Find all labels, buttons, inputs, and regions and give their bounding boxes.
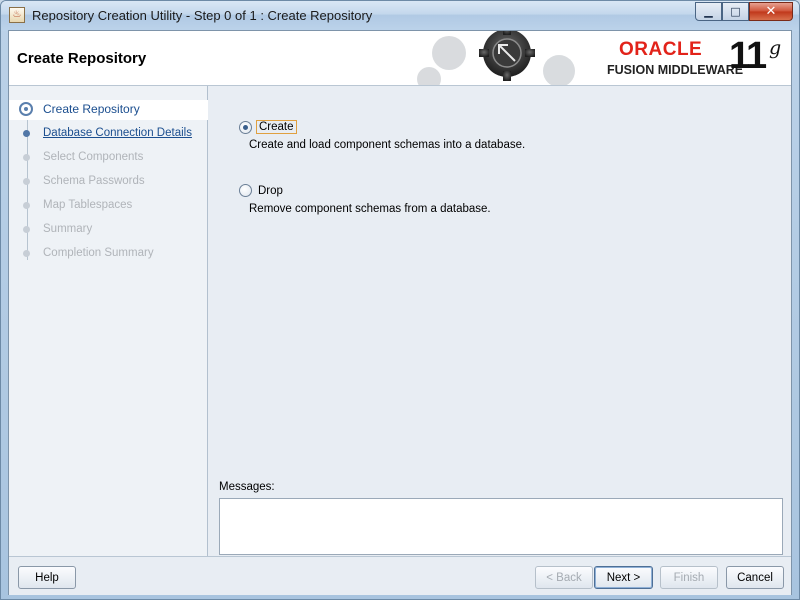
app-window: ♨ Repository Creation Utility - Step 0 o… (0, 0, 800, 600)
drop-radio[interactable] (239, 184, 252, 197)
page-title: Create Repository (17, 50, 147, 67)
nav-step-database-connection-details[interactable]: Database Connection Details (9, 124, 208, 144)
product-wordmark: FUSION MIDDLEWARE (607, 63, 744, 77)
cancel-button[interactable]: Cancel (726, 566, 784, 589)
nav-step-label: Select Components (43, 151, 144, 163)
create-description: Create and load component schemas into a… (249, 139, 526, 151)
step-dot-icon (23, 154, 30, 161)
current-step-icon (19, 102, 33, 116)
maximize-icon: □ (730, 5, 741, 18)
nav-step-label: Schema Passwords (43, 175, 145, 187)
wizard-footer: Help < Back Next > Finish Cancel (9, 556, 791, 595)
wizard-steps-nav: Create Repository Database Connection De… (9, 86, 208, 556)
step-dot-icon (23, 202, 30, 209)
nav-step-summary: Summary (9, 220, 208, 240)
oracle-logo: ORACLE FUSION MIDDLEWARE 11 g (597, 31, 791, 85)
next-button[interactable]: Next > (594, 566, 653, 589)
drop-option[interactable]: Drop (239, 184, 285, 197)
maximize-button[interactable]: □ (722, 2, 749, 21)
step-dot-icon (23, 226, 30, 233)
nav-step-label: Create Repository (43, 102, 140, 116)
messages-label: Messages: (219, 481, 275, 493)
messages-area[interactable] (219, 498, 783, 555)
nav-step-map-tablespaces: Map Tablespaces (9, 196, 208, 216)
gears-graphic-icon (417, 31, 575, 85)
create-option[interactable]: Create (239, 120, 297, 134)
back-button[interactable]: < Back (535, 566, 593, 589)
title-bar[interactable]: ♨ Repository Creation Utility - Step 0 o… (1, 1, 799, 31)
version-suffix: g (769, 37, 782, 59)
create-radio-label[interactable]: Create (256, 120, 297, 134)
wizard-content: Create Create and load component schemas… (209, 86, 791, 556)
close-icon: ✕ (765, 4, 777, 19)
nav-step-label: Map Tablespaces (43, 199, 133, 211)
java-app-icon: ♨ (9, 7, 25, 23)
version-number: 11 (729, 35, 767, 77)
nav-step-label: Completion Summary (43, 247, 154, 259)
window-controls: ▁ □ ✕ (695, 2, 793, 21)
step-dot-icon (23, 130, 30, 137)
wizard-client-area: Create Repository ORACLE FUSION MIDDLEWA… (8, 30, 792, 595)
help-button[interactable]: Help (18, 566, 76, 589)
nav-step-schema-passwords: Schema Passwords (9, 172, 208, 192)
nav-step-create-repository[interactable]: Create Repository (9, 100, 208, 120)
nav-step-completion-summary: Completion Summary (9, 244, 208, 264)
minimize-icon: ▁ (704, 5, 713, 18)
drop-radio-label[interactable]: Drop (256, 185, 285, 197)
nav-step-select-components: Select Components (9, 148, 208, 168)
create-radio[interactable] (239, 120, 252, 134)
nav-step-label[interactable]: Database Connection Details (43, 127, 192, 139)
nav-step-label: Summary (43, 223, 93, 235)
finish-button[interactable]: Finish (660, 566, 718, 589)
oracle-wordmark: ORACLE (619, 39, 703, 60)
window-title: Repository Creation Utility - Step 0 of … (32, 8, 373, 23)
step-dot-icon (23, 178, 30, 185)
step-dot-icon (23, 250, 30, 257)
close-button[interactable]: ✕ (749, 2, 793, 21)
wizard-header: Create Repository ORACLE FUSION MIDDLEWA… (9, 31, 791, 86)
minimize-button[interactable]: ▁ (695, 2, 722, 21)
drop-description: Remove component schemas from a database… (249, 203, 491, 215)
